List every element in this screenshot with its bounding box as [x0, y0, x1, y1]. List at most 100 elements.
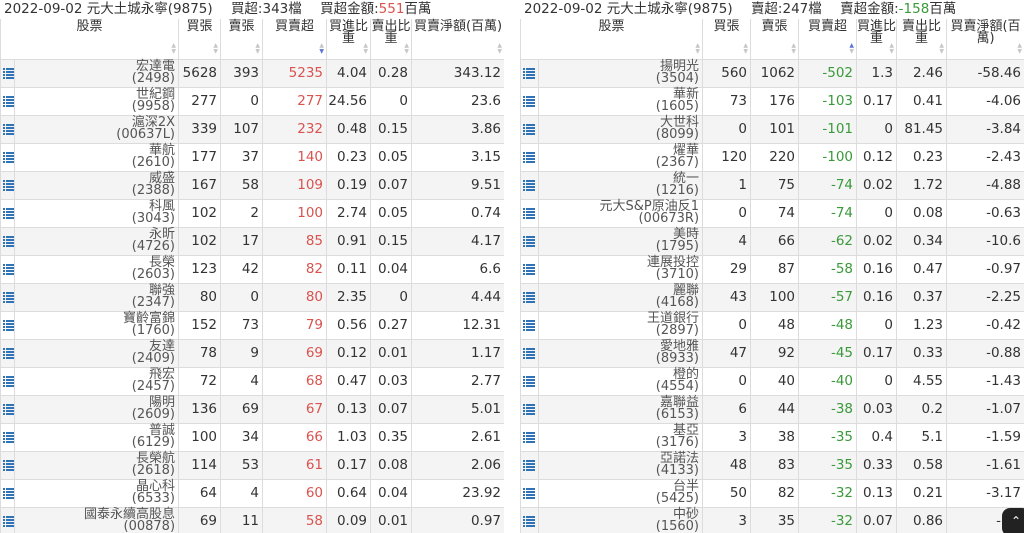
header-col-net[interactable]: 買賣超 ▲ ▼	[262, 19, 328, 60]
row-menu-cell[interactable]	[0, 366, 15, 396]
stock-cell[interactable]: 滬深2X (00637L)	[13, 114, 180, 144]
header-col-net-amount[interactable]: 買賣淨額(百萬) ▲ ▼	[946, 19, 1024, 60]
table-row[interactable]: 國泰永續高股息 (00878) 69 11 58 0.09 0.01 0.97	[0, 506, 504, 533]
table-row[interactable]: 普誠 (6129) 100 34 66 1.03 0.35 2.61	[0, 422, 504, 452]
list-icon[interactable]	[523, 121, 535, 137]
stock-cell[interactable]: 飛宏 (2457)	[13, 366, 180, 396]
list-icon[interactable]	[523, 485, 535, 501]
table-row[interactable]: 聯強 (2347) 80 0 80 2.35 0 4.44	[0, 282, 504, 312]
list-icon[interactable]	[3, 317, 14, 333]
row-menu-cell[interactable]	[520, 394, 539, 424]
list-icon[interactable]	[3, 457, 14, 473]
table-row[interactable]: 寶齡富錦 (1760) 152 73 79 0.56 0.27 12.31	[0, 310, 504, 340]
header-col-stock[interactable]: 股票 ▲ ▼	[0, 19, 180, 60]
table-row[interactable]: 中砂(1560)335-320.070.86-5.?	[520, 506, 1024, 533]
table-row[interactable]: 王道銀行 (2897) 0 48 -48 0 1.23 -0.42	[520, 310, 1024, 340]
table-row[interactable]: 麗聯 (4168) 43 100 -57 0.16 0.37 -2.25	[520, 282, 1024, 312]
row-menu-cell[interactable]	[520, 198, 539, 228]
list-icon[interactable]	[523, 401, 535, 417]
row-menu-cell[interactable]	[520, 254, 539, 284]
header-col-sell[interactable]: 賣張 ▲ ▼	[750, 19, 800, 60]
stock-cell[interactable]: 王道銀行 (2897)	[537, 310, 704, 340]
table-row[interactable]: 揚明光 (3504) 560 1062 -502 1.3 2.46 -58.46	[520, 58, 1024, 88]
table-row[interactable]: 科風 (3043) 102 2 100 2.74 0.05 0.74	[0, 198, 504, 228]
stock-cell[interactable]: 華航 (2610)	[13, 142, 180, 172]
header-col-buy-ratio[interactable]: 買進比重 ▲ ▼	[326, 19, 372, 60]
list-icon[interactable]	[3, 485, 14, 501]
table-row[interactable]: 長榮航 (2618) 114 53 61 0.17 0.08 2.06	[0, 450, 504, 480]
stock-cell[interactable]: 美時 (1795)	[537, 226, 704, 256]
row-menu-cell[interactable]	[0, 86, 15, 116]
table-row[interactable]: 友達 (2409) 78 9 69 0.12 0.01 1.17	[0, 338, 504, 368]
stock-cell[interactable]: 世紀鋼 (9958)	[13, 86, 180, 116]
list-icon[interactable]	[3, 177, 14, 193]
list-icon[interactable]	[523, 177, 535, 193]
stock-cell[interactable]: 麗聯 (4168)	[537, 282, 704, 312]
row-menu-cell[interactable]	[0, 142, 15, 172]
list-icon[interactable]	[523, 261, 535, 277]
table-row[interactable]: 嘉聯益 (6153) 6 44 -38 0.03 0.2 -1.07	[520, 394, 1024, 424]
header-col-net[interactable]: 買賣超 ▲ ▼	[798, 19, 858, 60]
table-row[interactable]: 台半 (5425) 50 82 -32 0.13 0.21 -3.17	[520, 478, 1024, 508]
stock-cell[interactable]: 燿華 (2367)	[537, 142, 704, 172]
row-menu-cell[interactable]	[0, 114, 15, 144]
table-row[interactable]: 愛地雅 (8933) 47 92 -45 0.17 0.33 -0.88	[520, 338, 1024, 368]
stock-cell[interactable]: 台半 (5425)	[537, 478, 704, 508]
stock-cell[interactable]: 宏達電 (2498)	[13, 58, 180, 88]
stock-cell[interactable]: 基亞 (3176)	[537, 422, 704, 452]
stock-cell[interactable]: 長榮 (2603)	[13, 254, 180, 284]
table-row[interactable]: 美時 (1795) 4 66 -62 0.02 0.34 -10.6	[520, 226, 1024, 256]
header-col-buy[interactable]: 買張 ▲ ▼	[702, 19, 752, 60]
list-icon[interactable]	[3, 233, 14, 249]
header-col-sell[interactable]: 賣張 ▲ ▼	[220, 19, 264, 60]
row-menu-cell[interactable]	[0, 338, 15, 368]
list-icon[interactable]	[3, 429, 14, 445]
row-menu-cell[interactable]	[0, 422, 15, 452]
table-row[interactable]: 燿華 (2367) 120 220 -100 0.12 0.23 -2.43	[520, 142, 1024, 172]
table-row[interactable]: 亞諾法 (4133) 48 83 -35 0.33 0.58 -1.61	[520, 450, 1024, 480]
table-row[interactable]: 飛宏 (2457) 72 4 68 0.47 0.03 2.77	[0, 366, 504, 396]
stock-cell[interactable]: 橙的 (4554)	[537, 366, 704, 396]
stock-cell[interactable]: 晶心科 (6533)	[13, 478, 180, 508]
row-menu-cell[interactable]	[0, 226, 15, 256]
row-menu-cell[interactable]	[520, 114, 539, 144]
row-menu-cell[interactable]	[520, 338, 539, 368]
table-row[interactable]: 基亞 (3176) 3 38 -35 0.4 5.1 -1.59	[520, 422, 1024, 452]
list-icon[interactable]	[3, 205, 14, 221]
row-menu-cell[interactable]	[0, 478, 15, 508]
stock-cell[interactable]: 寶齡富錦 (1760)	[13, 310, 180, 340]
row-menu-cell[interactable]	[0, 310, 15, 340]
row-menu-cell[interactable]	[520, 478, 539, 508]
list-icon[interactable]	[523, 373, 535, 389]
table-row[interactable]: 滬深2X (00637L) 339 107 232 0.48 0.15 3.86	[0, 114, 504, 144]
row-menu-cell[interactable]	[0, 506, 15, 533]
stock-cell[interactable]: 元大S&P原油反1 (00673R)	[537, 198, 704, 228]
stock-cell[interactable]: 威盛 (2388)	[13, 170, 180, 200]
row-menu-cell[interactable]	[0, 282, 15, 312]
stock-cell[interactable]: 連展投控 (3710)	[537, 254, 704, 284]
header-col-buy-ratio[interactable]: 買進比重 ▲ ▼	[856, 19, 898, 60]
table-row[interactable]: 統一 (1216) 1 75 -74 0.02 1.72 -4.88	[520, 170, 1024, 200]
table-row[interactable]: 世紀鋼 (9958) 277 0 277 24.56 0 23.6	[0, 86, 504, 116]
stock-cell[interactable]: 統一 (1216)	[537, 170, 704, 200]
list-icon[interactable]	[3, 345, 14, 361]
table-row[interactable]: 橙的 (4554) 0 40 -40 0 4.55 -1.43	[520, 366, 1024, 396]
list-icon[interactable]	[523, 513, 535, 529]
row-menu-cell[interactable]	[520, 170, 539, 200]
list-icon[interactable]	[523, 457, 535, 473]
row-menu-cell[interactable]	[520, 366, 539, 396]
header-col-buy[interactable]: 買張 ▲ ▼	[178, 19, 222, 60]
stock-cell[interactable]: 國泰永續高股息 (00878)	[13, 506, 180, 533]
list-icon[interactable]	[523, 429, 535, 445]
list-icon[interactable]	[523, 317, 535, 333]
row-menu-cell[interactable]	[520, 506, 539, 533]
stock-cell[interactable]: 嘉聯益 (6153)	[537, 394, 704, 424]
table-row[interactable]: 大世科 (8099) 0 101 -101 0 81.45 -3.84	[520, 114, 1024, 144]
stock-cell[interactable]: 大世科 (8099)	[537, 114, 704, 144]
table-row[interactable]: 華航 (2610) 177 37 140 0.23 0.05 3.15	[0, 142, 504, 172]
list-icon[interactable]	[3, 289, 14, 305]
stock-cell[interactable]: 聯強 (2347)	[13, 282, 180, 312]
list-icon[interactable]	[523, 205, 535, 221]
row-menu-cell[interactable]	[520, 142, 539, 172]
stock-cell[interactable]: 友達 (2409)	[13, 338, 180, 368]
